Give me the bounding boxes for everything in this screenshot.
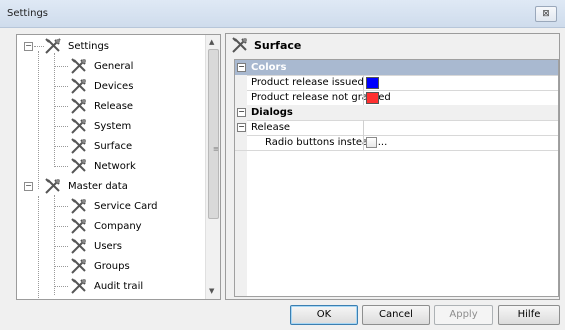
tree-item-label: System: [94, 120, 132, 132]
collapse-toggle[interactable]: −: [237, 123, 246, 132]
scroll-thumb[interactable]: ≡: [208, 49, 219, 219]
subcategory-release[interactable]: − Release: [235, 120, 558, 136]
tree-connector: [34, 46, 44, 47]
tree-item-devices[interactable]: Devices: [54, 77, 134, 95]
tree-connector: [54, 166, 68, 167]
tree-item-network[interactable]: Network: [54, 157, 136, 175]
tools-icon: [71, 198, 86, 214]
category-dialogs[interactable]: − Dialogs: [235, 105, 558, 121]
row-indent: [235, 135, 247, 150]
property-row[interactable]: Product release not granted: [235, 90, 558, 106]
tree-item-label: Master data: [68, 180, 128, 192]
scroll-up-icon[interactable]: ▲: [209, 38, 214, 46]
tools-icon: [45, 38, 61, 54]
tools-icon: [71, 118, 86, 134]
tree-item-master-data[interactable]: − Master data: [24, 177, 128, 195]
tree-item-label: Company: [94, 220, 142, 232]
row-indent: [235, 90, 247, 105]
tree-item-label: Surface: [94, 140, 133, 152]
tree-item-label: General: [94, 60, 134, 72]
collapse-toggle[interactable]: −: [24, 41, 33, 51]
property-name: Product release issued: [251, 77, 364, 88]
window-title: Settings: [7, 8, 49, 19]
apply-button[interactable]: Apply: [434, 305, 493, 325]
collapse-toggle[interactable]: −: [24, 181, 33, 191]
tree-connector: [54, 286, 68, 287]
tools-icon: [71, 78, 86, 94]
collapse-toggle[interactable]: −: [237, 63, 246, 72]
tree-connector: [54, 106, 68, 107]
tree-item-audit-trail[interactable]: Audit trail: [54, 277, 144, 295]
tree-item-service-card[interactable]: Service Card: [54, 197, 158, 215]
settings-tree[interactable]: − Settings General Devices Release Syste…: [16, 34, 221, 300]
color-swatch-red[interactable]: [366, 92, 379, 104]
subcategory-label: Release: [251, 122, 291, 133]
tree-item-release[interactable]: Release: [54, 97, 134, 115]
radio-buttons-checkbox[interactable]: [366, 137, 377, 148]
column-divider[interactable]: [363, 135, 364, 150]
row-indent: [235, 75, 247, 90]
category-colors[interactable]: − Colors: [235, 60, 558, 76]
tools-icon: [71, 238, 86, 254]
property-panel: Surface − Colors Product release issued …: [225, 33, 560, 300]
tree-item-groups[interactable]: Groups: [54, 257, 130, 275]
tools-icon: [71, 218, 86, 234]
close-button[interactable]: ⊠: [535, 6, 557, 22]
tree-scrollbar[interactable]: ▲ ≡ ▼: [205, 35, 220, 299]
column-divider[interactable]: [363, 75, 364, 90]
tree-connector: [54, 206, 68, 207]
tree-item-general[interactable]: General: [54, 57, 134, 75]
property-row[interactable]: Product release issued: [235, 75, 558, 91]
tree-item-label: Audit trail: [94, 280, 144, 292]
tree-connector: [38, 196, 39, 299]
tree-item-label: Groups: [94, 260, 130, 272]
tree-item-label: Users: [94, 240, 123, 252]
tree-item-system[interactable]: System: [54, 117, 132, 135]
tools-icon: [232, 37, 247, 53]
tools-icon: [71, 98, 86, 114]
color-swatch-blue[interactable]: [366, 77, 379, 89]
tools-icon: [71, 158, 86, 174]
tools-icon: [71, 58, 86, 74]
tree-item-label: Devices: [94, 80, 134, 92]
tree-connector: [54, 146, 68, 147]
tools-icon: [71, 278, 86, 294]
settings-window: Settings ⊠ − Settings General Devices Re…: [0, 0, 565, 330]
tree-item-label: Service Card: [94, 200, 158, 212]
property-grid[interactable]: − Colors Product release issued Product …: [234, 59, 559, 297]
help-button[interactable]: Hilfe: [498, 305, 560, 325]
tools-icon: [71, 258, 86, 274]
property-row[interactable]: Radio buttons instead ...: [235, 135, 558, 151]
tools-icon: [71, 138, 86, 154]
collapse-toggle[interactable]: −: [237, 108, 246, 117]
tree-connector: [54, 66, 68, 67]
column-divider[interactable]: [363, 120, 364, 135]
category-label: Dialogs: [251, 107, 293, 118]
tree-item-company[interactable]: Company: [54, 217, 142, 235]
tree-connector: [54, 86, 68, 87]
tree-connector: [38, 51, 39, 189]
panel-title: Surface: [254, 39, 302, 52]
title-bar: Settings ⊠: [0, 0, 565, 28]
panel-heading: Surface: [226, 34, 559, 56]
column-divider[interactable]: [363, 90, 364, 105]
cancel-button[interactable]: Cancel: [362, 305, 430, 325]
tools-icon: [45, 178, 60, 194]
scroll-down-icon[interactable]: ▼: [209, 287, 214, 295]
grip-icon: ≡: [213, 145, 219, 153]
category-label: Colors: [251, 62, 287, 73]
tree-item-settings[interactable]: − Settings: [24, 37, 109, 55]
grid-margin: [235, 151, 247, 296]
tree-item-label: Network: [94, 160, 136, 172]
ok-button[interactable]: OK: [290, 305, 358, 325]
tree-connector: [54, 266, 68, 267]
tree-item-surface[interactable]: Surface: [54, 137, 133, 155]
tree-connector: [54, 246, 68, 247]
tree-item-label: Release: [94, 100, 134, 112]
tree-connector: [54, 126, 68, 127]
tree-connector: [54, 226, 68, 227]
tree-item-users[interactable]: Users: [54, 237, 123, 255]
tree-item-label: Settings: [68, 40, 110, 52]
